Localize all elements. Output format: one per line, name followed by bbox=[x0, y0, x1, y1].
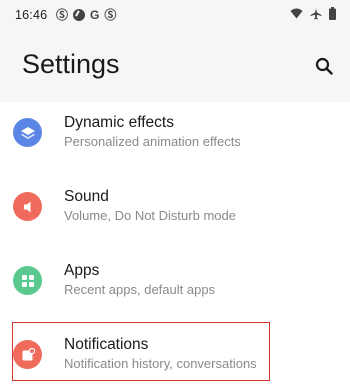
item-subtitle: Volume, Do Not Disturb mode bbox=[64, 208, 236, 223]
apps-grid-icon bbox=[13, 266, 42, 295]
google-icon: G bbox=[90, 8, 100, 22]
s-notification-icon: Ⓢ bbox=[104, 8, 117, 22]
settings-item-sound[interactable]: Sound Volume, Do Not Disturb mode bbox=[0, 176, 350, 246]
item-subtitle: Personalized animation effects bbox=[64, 134, 241, 149]
compass-icon bbox=[73, 9, 86, 21]
item-title: Dynamic effects bbox=[64, 114, 174, 131]
item-title: Sound bbox=[64, 188, 109, 205]
wifi-icon bbox=[290, 8, 303, 19]
settings-item-dynamic-effects[interactable]: Dynamic effects Personalized animation e… bbox=[0, 102, 350, 172]
app-header: Settings bbox=[0, 30, 350, 102]
search-icon bbox=[315, 57, 333, 75]
speaker-icon bbox=[13, 192, 42, 221]
item-title: Apps bbox=[64, 262, 100, 279]
battery-icon bbox=[329, 7, 336, 20]
search-button[interactable] bbox=[310, 52, 338, 80]
layers-icon bbox=[13, 118, 42, 147]
status-time: 16:46 bbox=[15, 8, 48, 22]
highlight-box bbox=[12, 322, 270, 381]
status-bar: 16:46 Ⓢ G Ⓢ bbox=[0, 0, 350, 30]
settings-item-apps[interactable]: Apps Recent apps, default apps bbox=[0, 250, 350, 320]
airplane-icon bbox=[310, 8, 322, 19]
page-title: Settings bbox=[22, 49, 120, 79]
s-notification-icon: Ⓢ bbox=[56, 8, 69, 22]
status-notification-icons: Ⓢ G Ⓢ bbox=[56, 8, 116, 22]
status-system-icons bbox=[290, 7, 336, 20]
item-subtitle: Recent apps, default apps bbox=[64, 282, 216, 297]
